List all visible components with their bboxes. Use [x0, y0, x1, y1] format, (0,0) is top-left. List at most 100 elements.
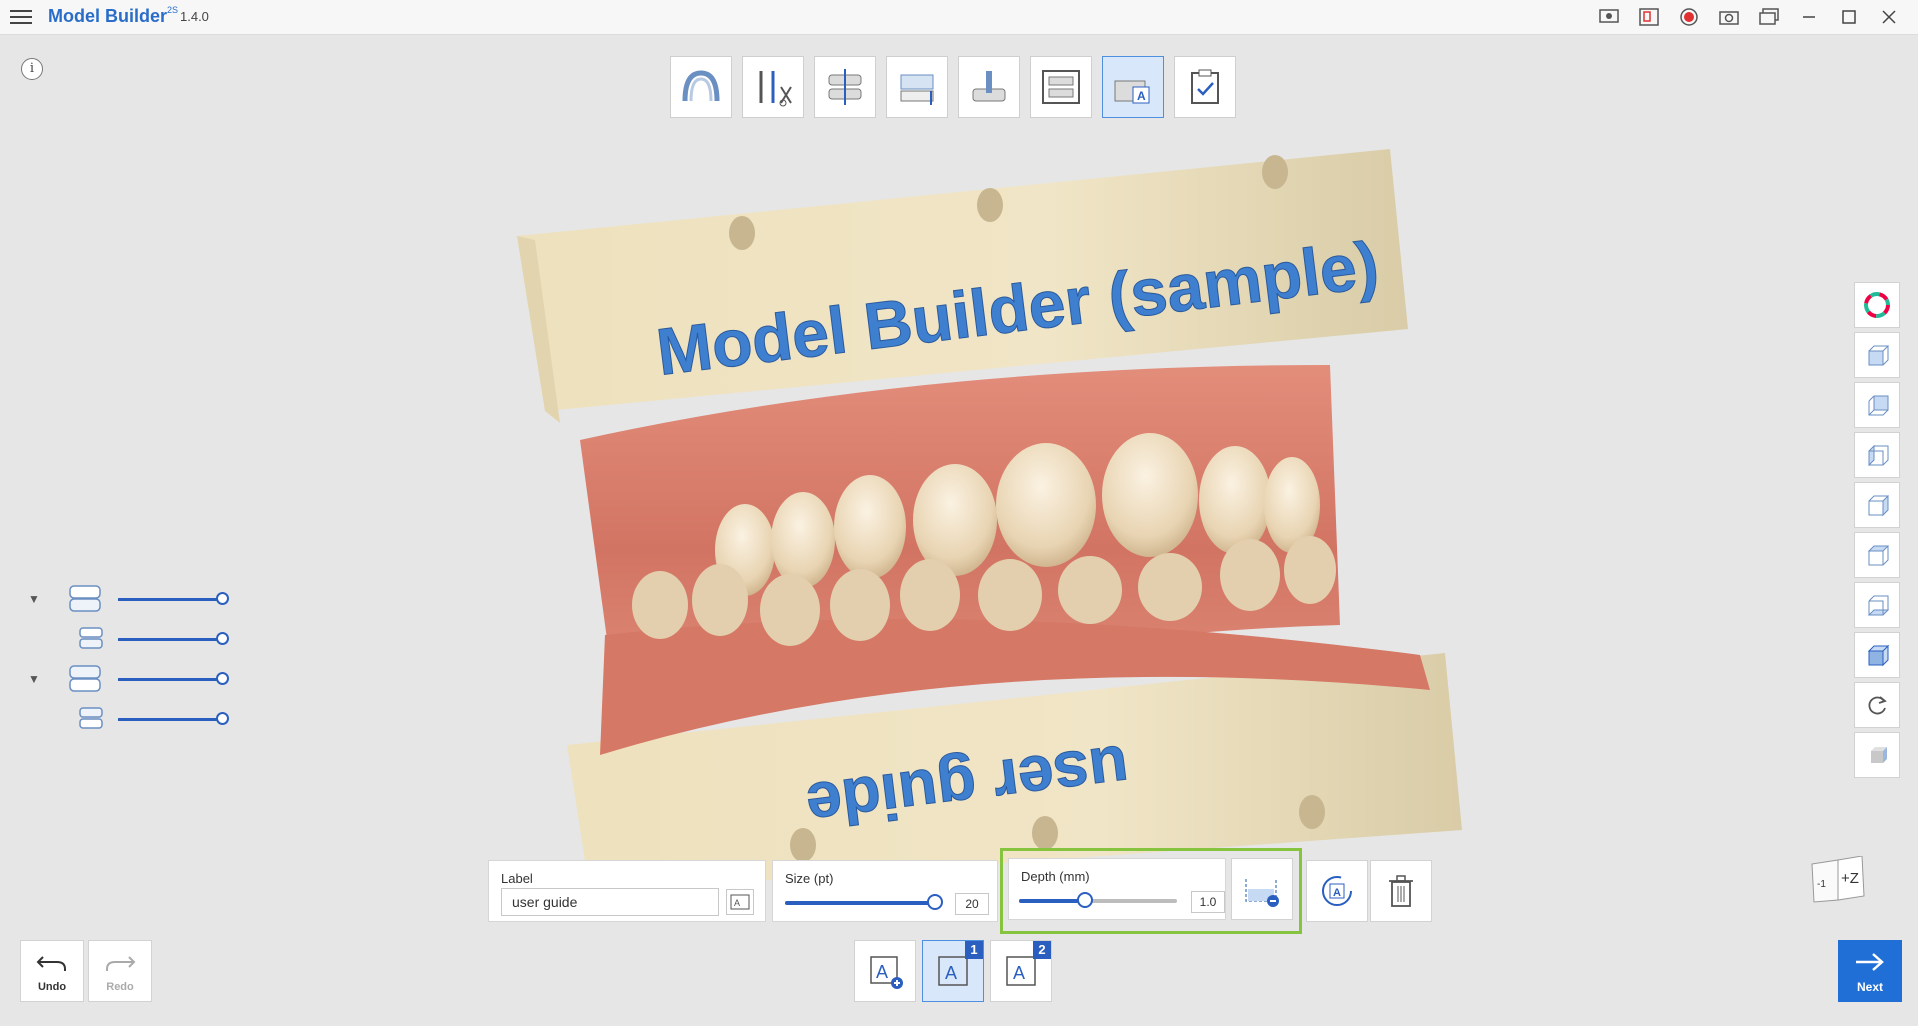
step-label-icon[interactable]: A [1102, 56, 1164, 118]
opacity-slider-thumb[interactable] [216, 672, 229, 685]
depth-panel: Depth (mm) 1.0 [1008, 858, 1226, 920]
depth-value[interactable]: 1.0 [1191, 891, 1225, 913]
engrave-icon [1245, 879, 1279, 907]
arrow-right-icon [1856, 953, 1884, 971]
step-articulator-icon[interactable] [1030, 56, 1092, 118]
label-tab-2[interactable]: A 2 [990, 940, 1052, 1002]
label-title: Label [501, 871, 533, 886]
view-bottom-icon[interactable] [1854, 582, 1900, 628]
label-tab-1-glyph: A [945, 963, 957, 983]
opacity-slider[interactable] [118, 718, 226, 721]
depth-slider-thumb[interactable] [1077, 892, 1094, 908]
step-arch-icon[interactable] [670, 56, 732, 118]
label-tab-1[interactable]: A 1 [922, 940, 984, 1002]
app-title: Model Builder [48, 6, 168, 26]
size-title: Size (pt) [785, 871, 834, 886]
layer-row [24, 700, 244, 740]
redo-button[interactable]: Redo [88, 940, 152, 1002]
layer-panel: ▼ ▼ [24, 580, 244, 740]
apply-label-glyph: A [1333, 887, 1341, 899]
size-panel: Size (pt) 20 [772, 860, 998, 922]
view-toolbar [1854, 282, 1902, 782]
delete-button[interactable] [1370, 860, 1432, 922]
screen-share-icon[interactable] [1598, 6, 1620, 28]
step-pin-icon[interactable] [958, 56, 1020, 118]
view-front-icon[interactable] [1854, 332, 1900, 378]
label-tab-2-glyph: A [1013, 963, 1025, 983]
view-top-icon[interactable] [1854, 532, 1900, 578]
label-tab-badge: 1 [965, 941, 983, 959]
font-select-glyph: A [734, 898, 740, 908]
undo-icon [36, 956, 66, 971]
add-label-button[interactable]: A [854, 940, 916, 1002]
label-panel: Label A [488, 860, 766, 922]
opacity-slider-thumb[interactable] [216, 632, 229, 645]
minimize-icon[interactable] [1798, 6, 1820, 28]
view-right-icon[interactable] [1854, 482, 1900, 528]
solid-view-icon[interactable] [1854, 732, 1900, 778]
view-left-icon[interactable] [1854, 432, 1900, 478]
label-text-input[interactable] [501, 888, 719, 916]
size-value[interactable]: 20 [955, 893, 989, 915]
menu-icon[interactable] [10, 7, 32, 27]
size-slider-thumb[interactable] [927, 894, 943, 910]
color-wheel-icon[interactable] [1854, 282, 1900, 328]
lower-base-icon [76, 704, 110, 734]
camera-icon[interactable] [1718, 6, 1740, 28]
redo-icon [106, 956, 136, 971]
apply-label-button[interactable]: A [1306, 860, 1368, 922]
font-select-icon[interactable]: A [726, 889, 754, 915]
opacity-slider[interactable] [118, 678, 226, 681]
lower-jaw-icon [68, 664, 102, 694]
opacity-slider[interactable] [118, 598, 226, 601]
gallery-icon[interactable] [1758, 6, 1780, 28]
chevron-down-icon[interactable]: ▼ [28, 592, 40, 606]
opacity-slider[interactable] [118, 638, 226, 641]
upper-base-icon [76, 624, 110, 654]
axis-right-label: +Z [1841, 870, 1859, 887]
add-label-icon: A [870, 956, 903, 989]
view-back-icon[interactable] [1854, 382, 1900, 428]
info-button[interactable]: i [21, 58, 43, 80]
next-button[interactable]: Next [1838, 940, 1902, 1002]
depth-slider[interactable] [1019, 892, 1177, 908]
next-label: Next [1856, 980, 1883, 994]
add-label-glyph: A [876, 962, 888, 982]
app-superscript: 2S [167, 5, 179, 15]
axis-widget[interactable]: -1 +Z [1808, 855, 1866, 906]
view-iso-icon[interactable] [1854, 632, 1900, 678]
step-complete-icon[interactable] [1174, 56, 1236, 118]
app-version: 1.4.0 [180, 9, 209, 24]
title-bar: Model Builder 2S 1.4.0 [0, 0, 1918, 35]
size-slider[interactable] [785, 894, 943, 910]
layer-row: ▼ [24, 660, 244, 700]
undo-label: Undo [37, 981, 67, 993]
step-align-icon[interactable] [814, 56, 876, 118]
layer-row [24, 620, 244, 660]
chevron-down-icon[interactable]: ▼ [28, 672, 40, 686]
size-slider-fill [785, 901, 935, 905]
upper-jaw-icon [68, 584, 102, 614]
depth-highlight: Depth (mm) 1.0 [1000, 848, 1302, 934]
undo-button[interactable]: Undo [20, 940, 84, 1002]
record-icon[interactable] [1678, 6, 1700, 28]
label-tab-badge: 2 [1033, 941, 1051, 959]
layer-row: ▼ [24, 580, 244, 620]
engrave-button[interactable] [1231, 858, 1293, 920]
rotate-icon[interactable] [1854, 682, 1900, 728]
step-base-icon[interactable] [886, 56, 948, 118]
trash-icon [1389, 875, 1413, 907]
redo-label: Redo [106, 981, 134, 993]
opacity-slider-thumb[interactable] [216, 712, 229, 725]
step-label-glyph: A [1137, 89, 1146, 103]
apply-label-icon: A [1322, 876, 1352, 906]
depth-slider-fill [1019, 899, 1086, 903]
workflow-steps: A [670, 56, 1236, 118]
capture-region-icon[interactable] [1638, 6, 1660, 28]
maximize-icon[interactable] [1838, 6, 1860, 28]
close-icon[interactable] [1878, 6, 1900, 28]
depth-title: Depth (mm) [1021, 869, 1090, 884]
step-tools-icon[interactable] [742, 56, 804, 118]
axis-left-label: -1 [1817, 879, 1826, 890]
opacity-slider-thumb[interactable] [216, 592, 229, 605]
